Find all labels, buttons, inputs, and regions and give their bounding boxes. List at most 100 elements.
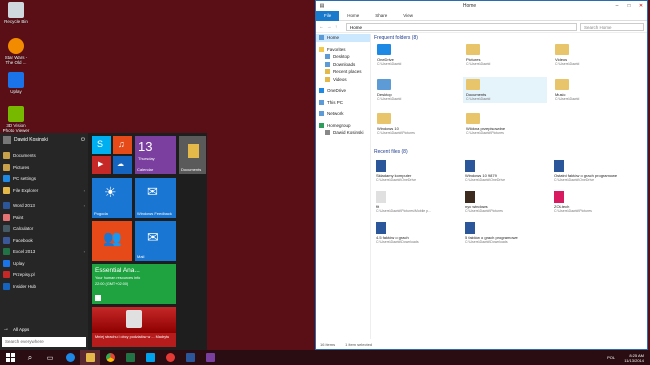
search-button[interactable]: ⌕ (20, 350, 40, 365)
nav-homegroup-user[interactable]: Dawid Kosinski (316, 129, 370, 137)
menu-item-calculator[interactable]: Calculator (0, 223, 88, 235)
nav-homegroup[interactable]: Homegroup (316, 122, 370, 130)
up-icon[interactable]: ↑ (335, 24, 343, 29)
news-tile[interactable]: Mniej strachu i obcy podziałów w ... Mad… (92, 307, 176, 347)
feedback-tile[interactable]: ✉ Windows Feedback (135, 178, 176, 218)
nav-desktop[interactable]: Desktop (316, 53, 370, 61)
nav-favorites[interactable]: Favorites (316, 46, 370, 54)
store-icon (145, 353, 155, 362)
minimize-button[interactable]: – (611, 3, 623, 9)
desktop-icon-star-wars[interactable]: Star Wars - The Old ... (2, 38, 30, 65)
file-item[interactable]: 4.5 faktów o grach C:\Users\Dawid\Downloa… (374, 220, 458, 246)
video-tile[interactable]: ▶ (92, 156, 111, 174)
file-explorer-taskbar[interactable] (80, 350, 100, 365)
file-item[interactable]: Ostatni faktów o grach programowe C:\User… (552, 158, 636, 184)
file-item[interactable]: nyc windows C:\Users\Dawid\Pictures (463, 189, 547, 215)
folder-item[interactable]: OneDrive C:\Users\Dawid (374, 42, 458, 68)
start-button[interactable] (0, 350, 20, 365)
menu-item-file-explorer[interactable]: File Explorer › (0, 185, 88, 197)
close-button[interactable]: ✕ (635, 3, 647, 9)
nav-videos[interactable]: Videos (316, 76, 370, 84)
menu-item-word[interactable]: Word 2013 › (0, 200, 88, 212)
chevron-right-icon[interactable]: › (84, 249, 85, 254)
folder-item[interactable]: Pictures C:\Users\Dawid (463, 42, 547, 68)
task-view-button[interactable]: ▭ (40, 350, 60, 365)
menu-item-facebook[interactable]: Facebook (0, 235, 88, 247)
office-tile[interactable]: Essential Ana... Your human resources in… (92, 264, 176, 304)
nav-recent-places[interactable]: Recent places (316, 68, 370, 76)
nav-this-pc[interactable]: This PC (316, 99, 370, 107)
music-tile[interactable]: ♫ (113, 136, 132, 154)
weather-tile[interactable]: ☀ Pogoda (92, 178, 132, 218)
word-icon (3, 202, 10, 210)
desktop-icon-3d-vision[interactable]: 3D Vision Photo Viewer (2, 106, 30, 133)
system-tray[interactable]: POL 8:25 AM 11/13/2014 (607, 353, 650, 363)
nav-downloads[interactable]: Downloads (316, 61, 370, 69)
menu-item-documents[interactable]: Documents (0, 150, 88, 162)
back-icon[interactable]: ← (319, 24, 327, 29)
folder-item[interactable]: Windows 10 C:\Users\Dawid\Pictures (374, 111, 458, 137)
mail-tile[interactable]: ✉ Mail (135, 221, 176, 261)
chrome-taskbar[interactable] (100, 350, 120, 365)
file-item[interactable]: Składamy komputer C:\Users\Dawid\OneDrive (374, 158, 458, 184)
tab-file[interactable]: File (316, 10, 340, 21)
file-item[interactable]: fit C:\Users\Dawid\Pictures\Mobile p... (374, 189, 458, 215)
skype-tile[interactable]: S (92, 136, 111, 154)
cloud-icon: ☁ (117, 161, 124, 168)
folder-item[interactable]: Desktop C:\Users\Dawid (374, 77, 458, 103)
menu-item-excel[interactable]: Excel 2013 › (0, 246, 88, 258)
chevron-right-icon[interactable]: › (84, 203, 85, 208)
tab-home[interactable]: Home (339, 11, 367, 21)
folder-item-selected[interactable]: Documents C:\Users\Dawid (463, 77, 547, 103)
title-bar[interactable]: ▤ Home – □ ✕ (316, 1, 647, 11)
tab-share[interactable]: Share (367, 11, 395, 21)
all-apps-button[interactable]: → All Apps (0, 324, 88, 335)
search-input[interactable]: Search Home (580, 22, 644, 31)
chevron-right-icon[interactable]: › (84, 188, 85, 193)
internet-explorer-taskbar[interactable] (60, 350, 80, 365)
forward-icon[interactable]: → (327, 24, 335, 29)
file-item[interactable]: 5 faktów o grach programowe C:\Users\Dawi… (463, 220, 547, 246)
uplay-icon (8, 72, 24, 88)
people-tile[interactable]: 👥 (92, 221, 132, 261)
file-item[interactable]: Windows 10 9879 C:\Users\Dawid\OneDrive (463, 158, 547, 184)
menu-item-pc-settings[interactable]: PC settings (0, 173, 88, 185)
folder-item[interactable]: Wlókna przepisowdne C:\Users\Dawid\Pictur… (463, 111, 547, 137)
maximize-button[interactable]: □ (623, 3, 635, 9)
onenote-taskbar[interactable] (200, 350, 220, 365)
facebook-icon (3, 236, 10, 244)
people-icon: 👥 (103, 230, 122, 247)
menu-item-paint[interactable]: Paint (0, 212, 88, 224)
menu-item-przepisy[interactable]: Przepisy.pl (0, 269, 88, 281)
store-taskbar[interactable] (140, 350, 160, 365)
onedrive-folder-icon (377, 44, 391, 55)
language-indicator[interactable]: POL (607, 355, 615, 360)
word-doc-icon (376, 160, 386, 172)
word-taskbar[interactable] (180, 350, 200, 365)
onedrive-tile[interactable]: ☁ (113, 156, 132, 174)
desktop-icon-uplay[interactable]: Uplay (2, 72, 30, 94)
folder-item[interactable]: Videos C:\Users\Dawid (552, 42, 636, 68)
menu-item-uplay[interactable]: Uplay (0, 258, 88, 270)
image-file-icon (465, 191, 475, 203)
address-path[interactable]: Home (346, 22, 577, 31)
nav-onedrive[interactable]: OneDrive (316, 87, 370, 95)
nav-home[interactable]: Home (316, 34, 370, 42)
documents-tile[interactable]: Documents (179, 136, 206, 174)
tab-view[interactable]: View (395, 11, 421, 21)
start-search-input[interactable]: Search everywhere (2, 337, 86, 347)
nav-network[interactable]: Network (316, 110, 370, 118)
menu-item-pictures[interactable]: Pictures (0, 162, 88, 174)
opera-taskbar[interactable] (160, 350, 180, 365)
excel-taskbar[interactable] (120, 350, 140, 365)
menu-item-insider-hub[interactable]: Insider Hub (0, 281, 88, 293)
frequent-folders-header[interactable]: Frequent folders (8) (374, 35, 647, 41)
power-icon[interactable]: ⏻ (81, 137, 85, 143)
file-item[interactable]: ZOLtech C:\Users\Dawid\Pictures (552, 189, 636, 215)
recent-files-header[interactable]: Recent files (8) (374, 149, 408, 155)
user-account[interactable]: Dawid Kosinski ⏻ (0, 133, 88, 146)
folder-item[interactable]: Music C:\Users\Dawid (552, 77, 636, 103)
opera-icon (165, 353, 175, 362)
desktop-icon-recycle-bin[interactable]: Recycle Bin (2, 2, 30, 24)
calendar-tile[interactable]: 13 Thursday Calendar (135, 136, 176, 174)
